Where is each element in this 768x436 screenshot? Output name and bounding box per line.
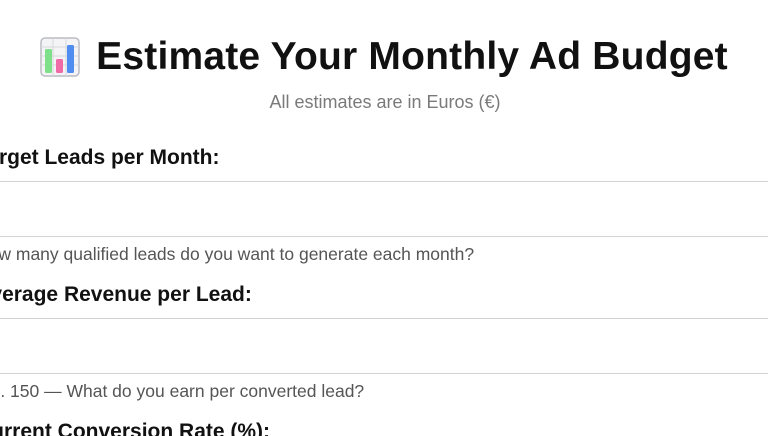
target-leads-label: Target Leads per Month:: [0, 146, 220, 169]
title-row: Estimate Your Monthly Ad Budget: [0, 30, 768, 84]
field-conversion-rate: Current Conversion Rate (%):: [0, 420, 768, 436]
page-header: Estimate Your Monthly Ad Budget All esti…: [0, 0, 768, 118]
average-revenue-label: Average Revenue per Lead:: [0, 283, 252, 306]
page-subtitle: All estimates are in Euros (€): [269, 92, 501, 112]
field-average-revenue: Average Revenue per Lead: e.g. 150 — Wha…: [0, 283, 768, 409]
target-leads-input[interactable]: [0, 181, 768, 237]
field-target-leads: Target Leads per Month: How many qualifi…: [0, 146, 768, 272]
bar-chart-icon: [40, 37, 80, 77]
average-revenue-help: e.g. 150 — What do you earn per converte…: [0, 381, 365, 401]
page-title: Estimate Your Monthly Ad Budget: [96, 35, 728, 78]
target-leads-help: How many qualified leads do you want to …: [0, 244, 475, 264]
conversion-rate-label: Current Conversion Rate (%):: [0, 420, 271, 436]
average-revenue-input[interactable]: [0, 318, 768, 374]
